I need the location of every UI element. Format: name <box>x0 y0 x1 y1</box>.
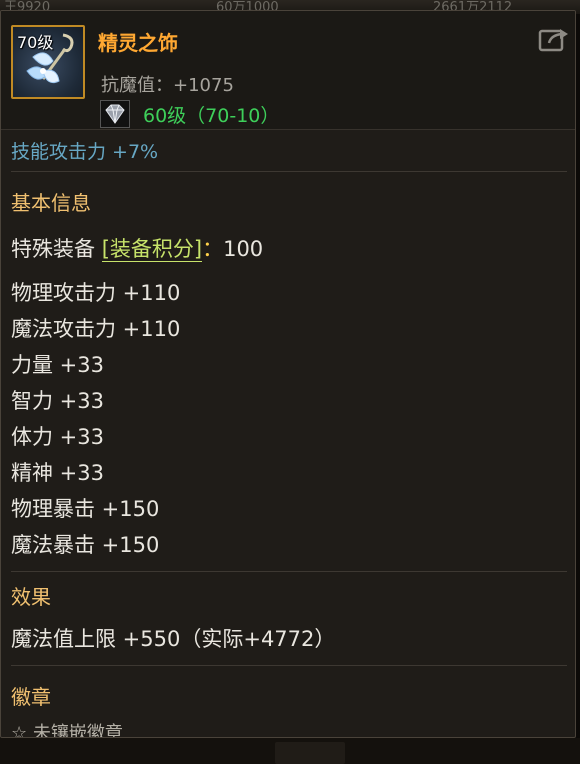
stat-line: 体力 +33 <box>11 425 104 449</box>
diamond-icon <box>100 100 130 128</box>
skill-attack-line: 技能攻击力 +7% <box>11 141 159 163</box>
background-button <box>275 742 345 764</box>
divider <box>11 171 567 172</box>
spirit-ornament-icon: 70级 <box>11 25 85 99</box>
background-bottom-strip <box>0 738 580 764</box>
item-tooltip: 70级 精灵之饰 抗魔值：+1075 60级（70-10） 技能攻击力 +7% … <box>0 10 576 738</box>
tooltip-header: 70级 精灵之饰 抗魔值：+1075 60级（70-10） <box>1 11 575 130</box>
stat-line: 魔法攻击力 +110 <box>11 317 181 341</box>
item-name: 精灵之饰 <box>98 31 178 55</box>
effects-title: 效果 <box>11 585 51 609</box>
stat-line: 智力 +33 <box>11 389 104 413</box>
stat-line: 物理暴击 +150 <box>11 497 160 521</box>
equipment-score-tag[interactable]: [装备积分] <box>101 237 203 262</box>
special-equipment-line: 特殊装备 [装备积分]：100 <box>11 233 263 263</box>
badge-slot: ☆ 未镶嵌徽章 <box>11 723 123 738</box>
effect-line: 魔法值上限 +550（实际+4772） <box>11 627 336 651</box>
special-equipment-label: 特殊装备 <box>11 237 95 261</box>
stat-line: 物理攻击力 +110 <box>11 281 181 305</box>
stat-line: 精神 +33 <box>11 461 104 485</box>
score-separator: ： <box>202 237 224 261</box>
stat-line: 魔法暴击 +150 <box>11 533 160 557</box>
badges-title: 徽章 <box>11 685 51 709</box>
basic-info-title: 基本信息 <box>11 191 91 215</box>
item-level-badge: 70级 <box>17 33 54 52</box>
required-level: 60级（70-10） <box>143 105 280 127</box>
divider <box>11 571 567 572</box>
equipment-score-value: 100 <box>223 237 264 261</box>
stat-line: 力量 +33 <box>11 353 104 377</box>
resist-value: 抗魔值：+1075 <box>101 75 234 96</box>
share-icon[interactable] <box>538 25 570 53</box>
divider <box>11 665 567 666</box>
